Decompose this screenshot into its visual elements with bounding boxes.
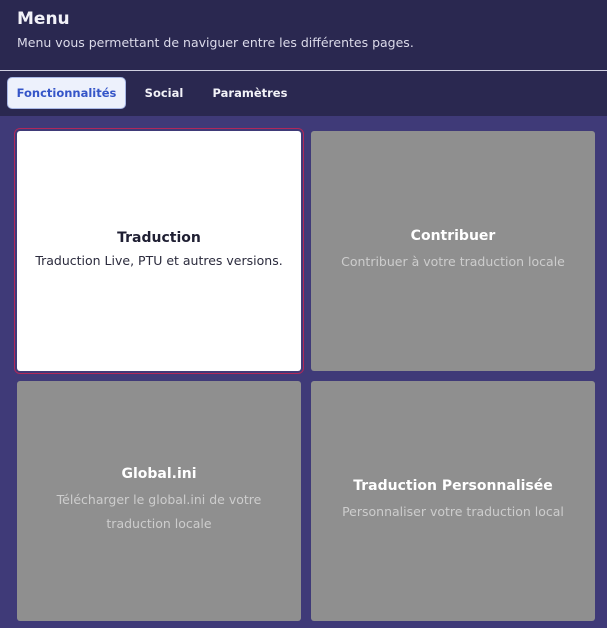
card-description: Télécharger le global.ini de votre tradu…	[56, 492, 262, 531]
tab-parametres[interactable]: Paramètres	[206, 77, 294, 109]
cards-panel: Traduction Traduction Live, PTU et autre…	[0, 116, 607, 628]
card-description: Personnaliser votre traduction local	[342, 504, 564, 519]
card-description: Traduction Live, PTU et autres versions.	[35, 252, 283, 268]
card-description: Contribuer à votre traduction locale	[341, 254, 565, 269]
card-title: Global.ini	[121, 466, 197, 482]
page-subtitle: Menu vous permettant de naviguer entre l…	[17, 35, 414, 50]
card-title: Traduction	[117, 229, 201, 246]
card-title: Traduction Personnalisée	[353, 478, 553, 494]
tab-bar: Fonctionnalités Social Paramètres	[0, 71, 607, 116]
global-ini-card[interactable]: Global.ini Télécharger le global.ini de …	[17, 381, 301, 621]
traduction-personnalisee-card[interactable]: Traduction Personnalisée Personnaliser v…	[311, 381, 595, 621]
tab-fonctionnalites[interactable]: Fonctionnalités	[7, 77, 126, 109]
traduction-card[interactable]: Traduction Traduction Live, PTU et autre…	[14, 128, 304, 374]
page-title: Menu	[17, 9, 70, 29]
card-title: Contribuer	[410, 228, 496, 244]
menu-window: Menu Menu vous permettant de naviguer en…	[0, 0, 607, 628]
tab-social[interactable]: Social	[136, 77, 192, 109]
menu-header: Menu Menu vous permettant de naviguer en…	[0, 0, 607, 70]
contribuer-card[interactable]: Contribuer Contribuer à votre traduction…	[311, 131, 595, 371]
